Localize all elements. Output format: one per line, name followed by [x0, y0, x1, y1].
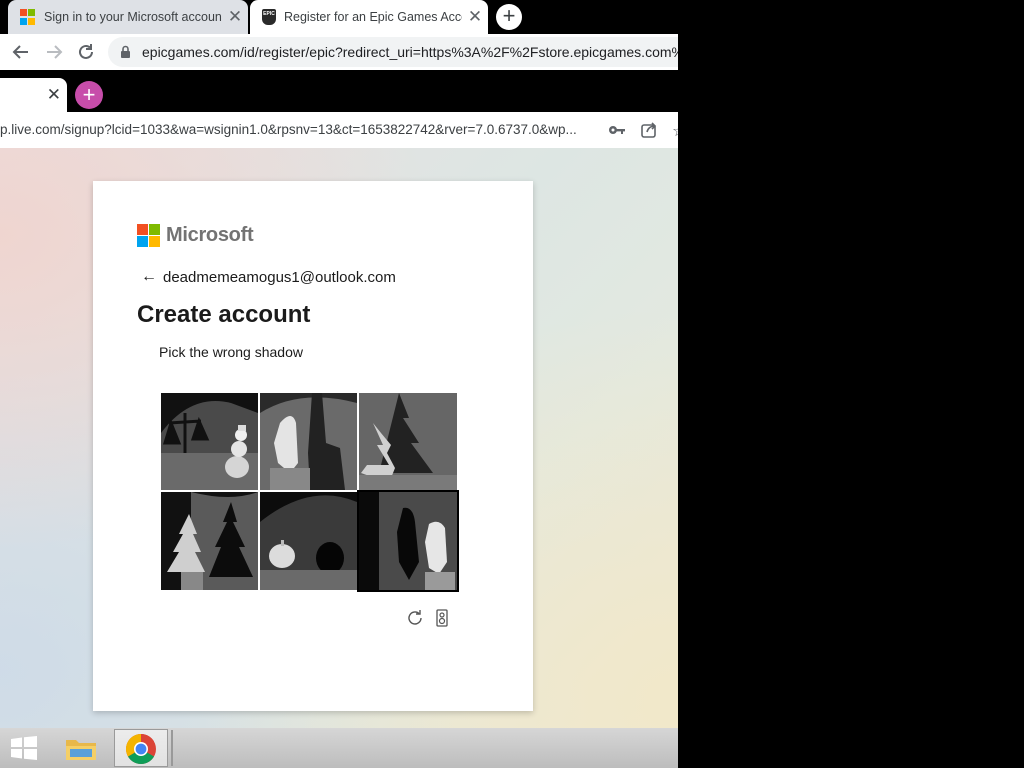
- email-address: deadmemeamogus1@outlook.com: [163, 268, 396, 286]
- christmas-tree-icon: [359, 393, 457, 490]
- microsoft-logo-icon: [137, 224, 160, 247]
- microsoft-logo: Microsoft: [137, 224, 254, 247]
- back-arrow-icon: [12, 45, 28, 59]
- tab-epic-register[interactable]: EPIC Register for an Epic Games Account …: [250, 0, 488, 34]
- inner-toolbar: p.live.com/signup?lcid=1033&wa=wsignin1.…: [0, 112, 678, 148]
- captcha-grid: [161, 393, 459, 591]
- address-bar[interactable]: epicgames.com/id/register/epic?redirect_…: [108, 37, 698, 67]
- captcha-tile-3[interactable]: [359, 393, 457, 490]
- identity-row[interactable]: ← deadmemeamogus1@outlook.com: [141, 268, 396, 286]
- brand-name: Microsoft: [166, 224, 254, 246]
- epic-games-icon: EPIC: [262, 9, 276, 25]
- captcha-instruction: Pick the wrong shadow: [159, 344, 303, 360]
- tab-title: Register for an Epic Games Account: [284, 10, 462, 24]
- lock-icon: [120, 45, 134, 59]
- file-explorer-icon[interactable]: [64, 734, 98, 762]
- captcha-tile-1[interactable]: [161, 393, 258, 490]
- reload-button[interactable]: [75, 41, 97, 63]
- tab-title: Sign in to your Microsoft account: [44, 10, 222, 24]
- page-title: Create account: [137, 301, 311, 328]
- chrome-taskbar-button[interactable]: [114, 729, 168, 767]
- captcha-tile-4[interactable]: [161, 492, 258, 590]
- share-icon[interactable]: [640, 121, 658, 139]
- outer-tab-strip: Sign in to your Microsoft account ✕ EPIC…: [0, 0, 1024, 34]
- forward-button[interactable]: [43, 41, 65, 63]
- forward-arrow-icon: [47, 45, 63, 59]
- taskbar-divider: [171, 730, 173, 766]
- back-button[interactable]: [10, 41, 32, 63]
- pumpkin-icon: [260, 492, 357, 590]
- inner-url-text[interactable]: p.live.com/signup?lcid=1033&wa=wsignin1.…: [0, 122, 577, 137]
- key-icon[interactable]: [608, 122, 626, 138]
- taskbar: [0, 728, 678, 768]
- inner-tab[interactable]: ✕: [0, 78, 67, 112]
- close-tab-icon[interactable]: ✕: [222, 7, 248, 27]
- captcha-audio-icon[interactable]: [435, 609, 449, 627]
- inner-new-tab-button[interactable]: +: [75, 81, 103, 109]
- black-empty-area: [678, 34, 1024, 768]
- moai-statue-icon: [359, 492, 457, 590]
- close-tab-icon[interactable]: ✕: [47, 85, 61, 105]
- outer-toolbar: epicgames.com/id/register/epic?redirect_…: [0, 34, 698, 70]
- page-background: Microsoft ← deadmemeamogus1@outlook.com …: [0, 148, 678, 728]
- windows-start-icon[interactable]: [10, 736, 38, 760]
- new-tab-button[interactable]: +: [496, 4, 522, 30]
- signup-card: Microsoft ← deadmemeamogus1@outlook.com …: [93, 181, 533, 711]
- close-tab-icon[interactable]: ✕: [462, 7, 488, 27]
- captcha-tile-2[interactable]: [260, 393, 357, 490]
- chrome-icon: [125, 734, 156, 765]
- snowman-icon: [161, 393, 258, 490]
- christmas-tree-icon: [161, 492, 258, 590]
- url-text: epicgames.com/id/register/epic?redirect_…: [142, 44, 692, 60]
- reload-icon: [79, 44, 93, 59]
- captcha-tile-6[interactable]: [359, 492, 457, 590]
- back-arrow-icon[interactable]: ←: [141, 268, 163, 286]
- microsoft-icon: [20, 9, 36, 25]
- moai-statue-icon: [260, 393, 357, 490]
- captcha-refresh-icon[interactable]: [405, 608, 425, 628]
- captcha-tile-5[interactable]: [260, 492, 357, 590]
- tab-microsoft-signin[interactable]: Sign in to your Microsoft account ✕: [8, 0, 248, 34]
